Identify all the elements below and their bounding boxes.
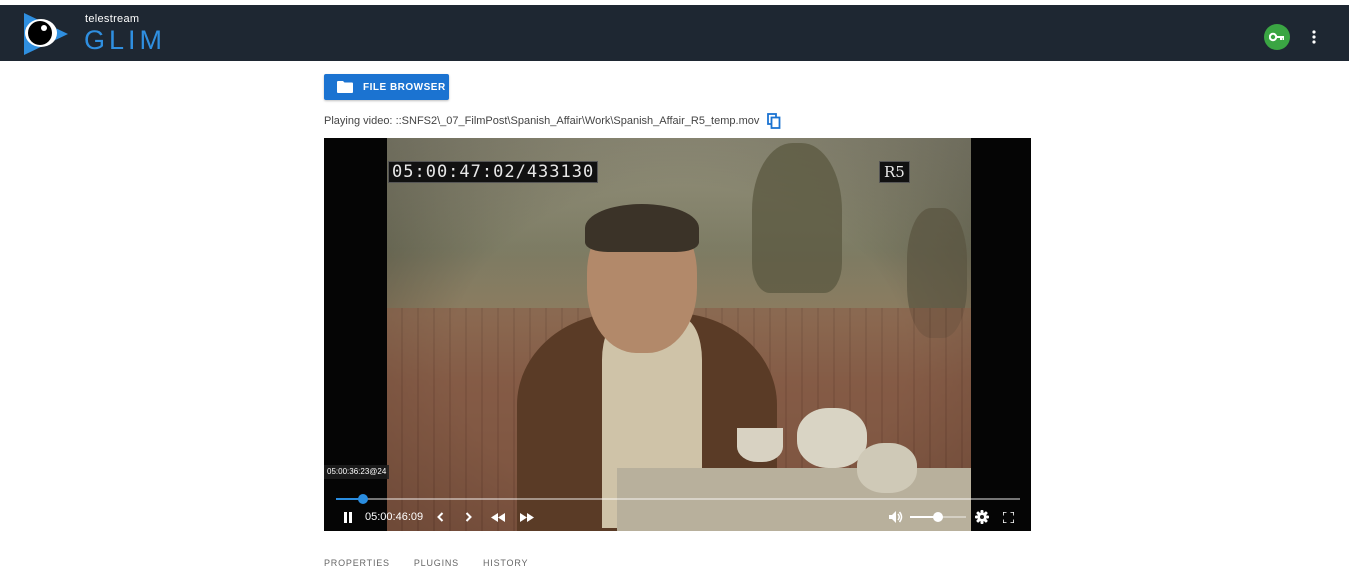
video-player[interactable]: 05:00:47:02/433130 R5 05:00:36:23@24 05:…	[324, 138, 1031, 531]
file-browser-button[interactable]: FILE BROWSER	[324, 74, 449, 100]
frame-person-hair	[585, 204, 699, 252]
brand-name: GLIM	[84, 25, 167, 55]
frame-teacup	[737, 428, 783, 462]
rewind-icon	[491, 512, 505, 522]
previous-frame-button[interactable]	[432, 503, 448, 531]
seek-bar[interactable]	[336, 494, 1020, 504]
key-icon	[1269, 32, 1284, 42]
file-browser-label: FILE BROWSER	[363, 81, 446, 93]
tab-properties[interactable]: PROPERTIES	[324, 558, 390, 568]
settings-icon	[975, 510, 989, 524]
tab-history[interactable]: HISTORY	[483, 558, 528, 568]
telestream-logo-icon[interactable]	[20, 11, 70, 57]
folder-icon	[337, 81, 353, 93]
detail-tabs: PROPERTIES PLUGINS HISTORY	[324, 558, 552, 568]
playing-prefix: Playing video:	[324, 115, 393, 127]
frame-tree	[752, 143, 842, 293]
video-frame	[387, 138, 971, 531]
player-controls: 05:00:46:09	[324, 503, 1031, 531]
rewind-button[interactable]	[488, 503, 508, 531]
hover-timecode-tooltip: 05:00:36:23@24	[324, 465, 390, 479]
reel-label: R5	[879, 161, 910, 183]
fullscreen-icon	[1002, 511, 1014, 523]
frame-teapot	[797, 408, 867, 468]
volume-icon	[889, 511, 903, 523]
copy-icon[interactable]	[767, 113, 781, 129]
chevron-right-icon	[465, 512, 472, 522]
volume-slider-thumb[interactable]	[933, 512, 943, 522]
volume-slider[interactable]	[910, 512, 966, 522]
fast-forward-button[interactable]	[517, 503, 537, 531]
license-key-button[interactable]	[1264, 24, 1290, 50]
next-frame-button[interactable]	[460, 503, 476, 531]
video-path: ::SNFS2\_07_FilmPost\Spanish_Affair\Work…	[395, 115, 760, 127]
more-menu-button[interactable]	[1305, 25, 1323, 49]
brand-small-text: telestream	[85, 13, 140, 25]
fast-forward-icon	[520, 512, 534, 522]
burned-in-timecode: 05:00:47:02/433130	[388, 161, 599, 183]
tab-plugins[interactable]: PLUGINS	[414, 558, 459, 568]
more-vert-icon	[1312, 30, 1316, 44]
pause-button[interactable]	[338, 503, 358, 531]
chevron-left-icon	[436, 512, 443, 522]
current-time: 05:00:46:09	[365, 511, 424, 523]
app-header: telestream GLIM	[0, 5, 1349, 61]
fullscreen-button[interactable]	[999, 503, 1017, 531]
settings-button[interactable]	[972, 503, 992, 531]
pause-icon	[344, 511, 352, 523]
frame-sugar-bowl	[857, 443, 917, 493]
playing-video-info: Playing video: ::SNFS2\_07_FilmPost\Span…	[324, 113, 781, 129]
volume-button[interactable]	[886, 503, 906, 531]
